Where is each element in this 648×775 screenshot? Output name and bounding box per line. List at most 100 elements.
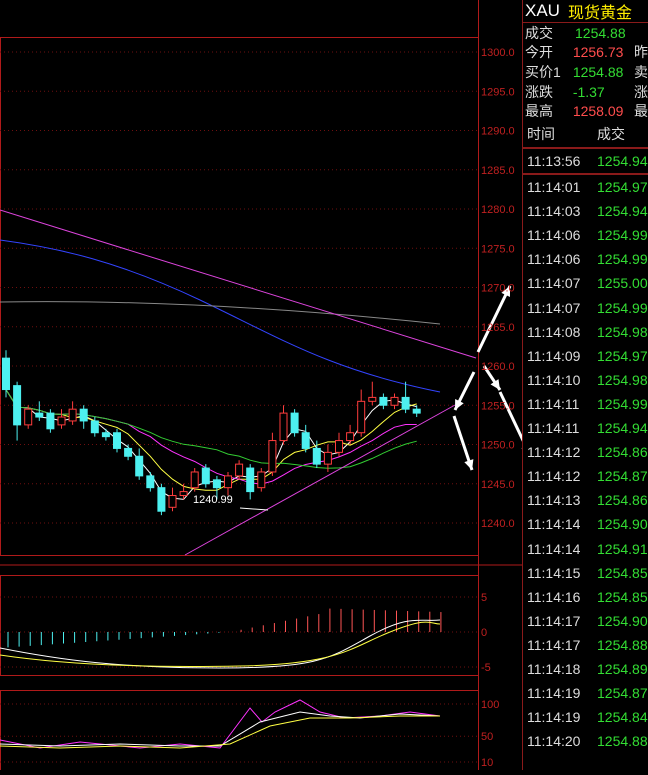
- candle-down: [101, 432, 110, 438]
- tick-time: 11:14:16: [527, 588, 581, 605]
- tick-row[interactable]: 11:14:15 1254.85: [523, 561, 648, 585]
- tick-price: 1254.99: [597, 299, 648, 316]
- ma-line-green: [5, 389, 417, 469]
- candle-up: [323, 451, 332, 465]
- quote-value: 1254.88: [575, 24, 626, 41]
- tick-price: 1254.99: [597, 251, 648, 268]
- tick-time: 11:14:17: [527, 612, 581, 629]
- tick-time: 11:14:18: [527, 660, 581, 677]
- price-axis-label: 1270.0: [481, 283, 515, 295]
- tick-row[interactable]: 11:14:20 1254.88: [523, 729, 648, 753]
- kline-chart: 1240.99 50-5 1005010 1300.01295.01290.01…: [0, 0, 532, 771]
- candle-up: [257, 471, 266, 489]
- price-axis-label: 1265.0: [481, 322, 515, 334]
- quote-row: 最高 1258.09 最: [523, 101, 648, 121]
- tick-row[interactable]: 11:14:13 1254.86: [523, 488, 648, 512]
- ma-line-grey: [0, 301, 441, 325]
- tick-price: 1254.90: [597, 516, 648, 533]
- tick-row[interactable]: 11:14:11 1254.99: [523, 392, 648, 416]
- kline-chart-area[interactable]: 1240.99 5 0 -5 100 50 10 1300.0 1295.0 1290.0 1…: [0, 0, 532, 771]
- candle-down: [379, 396, 388, 406]
- candle-down: [124, 447, 133, 457]
- quote-extra-label: 昨: [634, 44, 648, 61]
- tick-table-header: 时间 成交: [523, 121, 648, 149]
- quote-row: 今开 1256.73 昨: [523, 43, 648, 63]
- arrow-down-head: [464, 459, 474, 470]
- tick-price: 1254.87: [597, 685, 648, 702]
- candle-down: [146, 475, 155, 489]
- candle-up: [235, 463, 244, 477]
- price-axis-label: 1300.0: [481, 47, 515, 59]
- tick-row[interactable]: 11:14:17 1254.88: [523, 633, 648, 657]
- tick-time: 11:14:14: [527, 516, 581, 533]
- ma-line-white: [5, 389, 417, 500]
- tick-row[interactable]: 11:14:12 1254.87: [523, 464, 648, 488]
- quote-value: 1254.88: [572, 63, 624, 80]
- quote-label: 最高: [525, 103, 553, 120]
- tick-row[interactable]: 11:14:19 1254.84: [523, 705, 648, 729]
- tick-price: 1254.87: [597, 468, 648, 485]
- tick-row[interactable]: 11:14:06 1254.99: [523, 223, 648, 247]
- tick-row[interactable]: 11:14:09 1254.97: [523, 344, 648, 368]
- candle-up: [268, 440, 277, 473]
- price-axis-label: 1275.0: [481, 243, 515, 255]
- tick-row[interactable]: 11:14:03 1254.94: [523, 199, 648, 223]
- macd-axis-label: 0: [481, 627, 487, 639]
- tick-row[interactable]: 11:14:14 1254.91: [523, 536, 648, 560]
- quote-panel: XAU 现货黄金 成交 1254.88 今开 1256.73 昨买价1 1254.88 卖涨…: [522, 0, 648, 770]
- kdj-j: [0, 699, 441, 749]
- tick-row[interactable]: 11:14:17 1254.90: [523, 609, 648, 633]
- tick-row[interactable]: 11:13:56 1254.94: [523, 149, 648, 176]
- tick-row[interactable]: 11:14:18 1254.89: [523, 657, 648, 681]
- price-axis-label: 1245.0: [481, 479, 515, 491]
- candle-up: [179, 491, 188, 497]
- tick-price: 1254.97: [597, 347, 648, 364]
- candle-down: [401, 396, 410, 410]
- tick-list[interactable]: 11:13:56 1254.94 11:14:01 1254.97 11:14:03 12…: [523, 149, 648, 753]
- tick-time: 11:14:09: [527, 347, 581, 364]
- tick-time: 11:14:07: [527, 275, 581, 292]
- tick-price: 1254.97: [597, 179, 648, 196]
- candle-down: [46, 412, 55, 430]
- tick-row[interactable]: 11:14:11 1254.94: [523, 416, 648, 440]
- tick-row[interactable]: 11:14:19 1254.87: [523, 681, 648, 705]
- tick-time: 11:14:01: [527, 179, 581, 196]
- candle-up: [190, 471, 199, 489]
- tick-price: 1254.88: [597, 733, 648, 750]
- tick-price: 1254.94: [597, 203, 648, 220]
- tick-row[interactable]: 11:14:08 1254.98: [523, 320, 648, 344]
- tick-header-time: 时间: [527, 125, 555, 142]
- tick-time: 11:14:11: [527, 420, 580, 437]
- tick-price: 1254.85: [597, 588, 648, 605]
- tick-row[interactable]: 11:14:06 1254.99: [523, 247, 648, 271]
- quote-row: 涨跌 -1.37 涨: [523, 82, 648, 102]
- candle-up: [357, 400, 366, 434]
- tick-time: 11:14:19: [527, 685, 581, 702]
- quote-value: 1256.73: [572, 44, 624, 61]
- candle-down: [290, 412, 299, 434]
- tick-time: 11:14:07: [527, 299, 581, 316]
- tick-row[interactable]: 11:14:07 1255.00: [523, 271, 648, 295]
- tick-row[interactable]: 11:14:12 1254.86: [523, 440, 648, 464]
- candle-up: [279, 412, 288, 442]
- quote-value: -1.37: [572, 83, 605, 100]
- tick-price: 1254.91: [597, 540, 648, 557]
- tick-row[interactable]: 11:14:16 1254.85: [523, 585, 648, 609]
- candle-down: [79, 408, 88, 422]
- tick-price: 1254.99: [597, 395, 648, 412]
- candle-down: [35, 412, 44, 418]
- tick-row[interactable]: 11:14:01 1254.97: [523, 175, 648, 199]
- candle-down: [13, 385, 22, 426]
- candle-down: [246, 467, 255, 493]
- tick-row[interactable]: 11:14:07 1254.99: [523, 296, 648, 320]
- candle-up: [335, 440, 343, 453]
- tick-row[interactable]: 11:14:10 1254.98: [523, 368, 648, 392]
- kdj-axis-label: 50: [481, 731, 493, 743]
- tick-time: 11:14:14: [527, 540, 581, 557]
- tick-row[interactable]: 11:14:14 1254.90: [523, 512, 648, 536]
- quote-label: 买价1: [525, 63, 561, 80]
- candle-down: [135, 455, 144, 477]
- candle-down: [412, 408, 421, 414]
- annotation-leader: [239, 507, 269, 511]
- tick-time: 11:14:08: [527, 323, 581, 340]
